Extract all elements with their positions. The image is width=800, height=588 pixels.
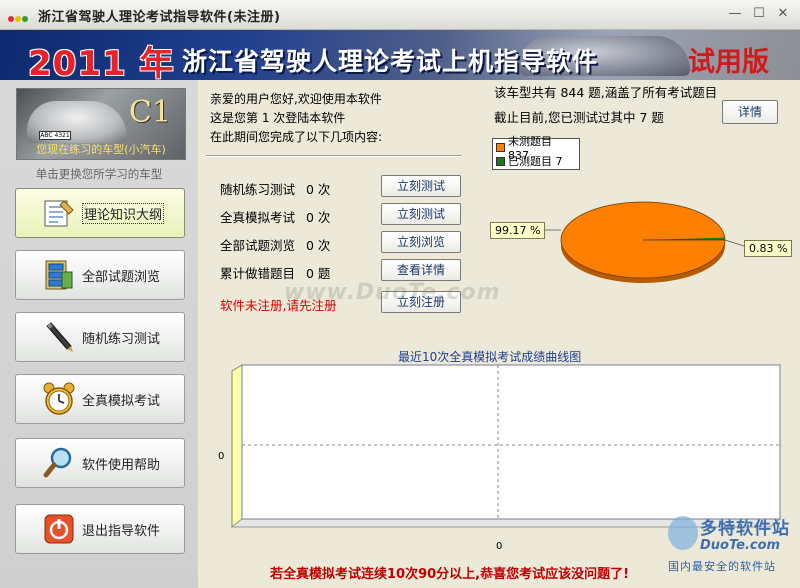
nav-exit-label: 退出指导软件: [82, 523, 161, 539]
logo-domain: DuoTe.com: [700, 538, 781, 553]
pie-leader-right: [724, 239, 745, 247]
pie-label-untested: 99.17 %: [490, 222, 546, 239]
practice-now-button[interactable]: 立刻测试: [381, 175, 461, 197]
stat-label: 随机练习测试: [220, 182, 296, 197]
view-wrong-details-button[interactable]: 查看详情: [381, 259, 461, 281]
car-type-label: 您现在练习的车型(小汽车): [36, 143, 166, 156]
magnifier-icon: [40, 444, 78, 482]
greeting-line-3: 在此期间您完成了以下几项内容:: [210, 130, 383, 144]
close-button[interactable]: ✕: [774, 5, 792, 23]
stat-value: 0 次: [306, 182, 331, 197]
window-title: 浙江省驾驶人理论考试指导软件(未注册): [38, 10, 281, 25]
stat-value: 0 次: [306, 238, 331, 253]
nav-mock-exam-label: 全真模拟考试: [82, 393, 161, 409]
greeting: 亲爱的用户您好,欢迎使用本软件 这是您第 1 次登陆本软件 在此期间您完成了以下…: [210, 90, 382, 147]
browse-now-button[interactable]: 立刻浏览: [381, 231, 461, 253]
nav-syllabus-button[interactable]: 理论知识大纲: [15, 188, 185, 238]
footer-note: 若全真模拟考试连续10次90分以上,恭喜您考试应该没问题了!: [270, 567, 630, 582]
question-summary-panel: 该车型共有 844 题,涵盖了所有考试题目 截止目前,您已测试过其中 7 题 详…: [478, 80, 800, 350]
user-stats-panel: 亲爱的用户您好,欢迎使用本软件 这是您第 1 次登陆本软件 在此期间您完成了以下…: [198, 80, 478, 350]
trial-badge: 试用版: [688, 47, 769, 78]
chart-plot-area: [241, 364, 781, 520]
nav-exit-button[interactable]: 退出指导软件: [15, 504, 185, 554]
power-icon: [40, 510, 78, 548]
file-cabinet-icon: [40, 256, 78, 294]
site-logo: 多特软件站 DuoTe.com 国内最安全的软件站: [664, 512, 796, 584]
logo-name: 多特软件站: [700, 519, 790, 539]
nav-help-button[interactable]: 软件使用帮助: [15, 438, 185, 488]
banner-app-title: 浙江省驾驶人理论考试上机指导软件: [182, 47, 599, 76]
separator: [206, 155, 462, 157]
title-bar: 浙江省驾驶人理论考试指导软件(未注册) — ☐ ✕: [0, 0, 800, 30]
nav-mock-exam-button[interactable]: 全真模拟考试: [15, 374, 185, 424]
notebook-icon: [40, 194, 78, 232]
minimize-button[interactable]: —: [726, 5, 744, 23]
alarm-clock-icon: [40, 380, 78, 418]
stat-value: 0 次: [306, 210, 331, 225]
sidebar: ABC 4321 C1 您现在练习的车型(小汽车) 单击更换您所学习的车型 理论…: [0, 80, 198, 588]
nav-practice-button[interactable]: 随机练习测试: [15, 312, 185, 362]
stat-label: 全部试题浏览: [220, 238, 296, 253]
pen-icon: [40, 318, 78, 356]
maximize-button[interactable]: ☐: [750, 5, 768, 23]
car-class: C1: [129, 95, 172, 130]
mock-exam-now-button[interactable]: 立刻测试: [381, 203, 461, 225]
watermark: www.DuoTe.com: [284, 280, 501, 305]
nav-help-label: 软件使用帮助: [82, 457, 161, 473]
banner-year: 2011 年: [28, 44, 175, 80]
pie-label-tested: 0.83 %: [744, 240, 793, 257]
nav-practice-label: 随机练习测试: [82, 331, 161, 347]
y-tick-label: 0: [218, 451, 224, 462]
greeting-line-2: 这是您第 1 次登陆本软件: [210, 111, 346, 125]
x-tick-label: 0: [496, 541, 502, 552]
stat-label: 全真模拟考试: [220, 210, 296, 225]
logo-tagline: 国内最安全的软件站: [668, 560, 776, 573]
nav-syllabus-label: 理论知识大纲: [82, 202, 165, 224]
greeting-line-1: 亲爱的用户您好,欢迎使用本软件: [210, 92, 382, 106]
nav-browse-button[interactable]: 全部试题浏览: [15, 250, 185, 300]
chart-wall-left: [231, 364, 243, 529]
license-plate: ABC 4321: [39, 131, 71, 140]
window-controls: — ☐ ✕: [726, 5, 792, 23]
logo-mascot-icon: [668, 516, 698, 550]
pie-chart: [540, 201, 745, 283]
app-icon[interactable]: [8, 11, 30, 22]
app-banner: 2011 年 浙江省驾驶人理论考试上机指导软件 试用版: [0, 30, 800, 80]
nav-browse-label: 全部试题浏览: [82, 269, 161, 285]
car-type-card[interactable]: ABC 4321 C1 您现在练习的车型(小汽车): [16, 88, 186, 160]
change-car-hint: 单击更换您所学习的车型: [35, 167, 163, 181]
